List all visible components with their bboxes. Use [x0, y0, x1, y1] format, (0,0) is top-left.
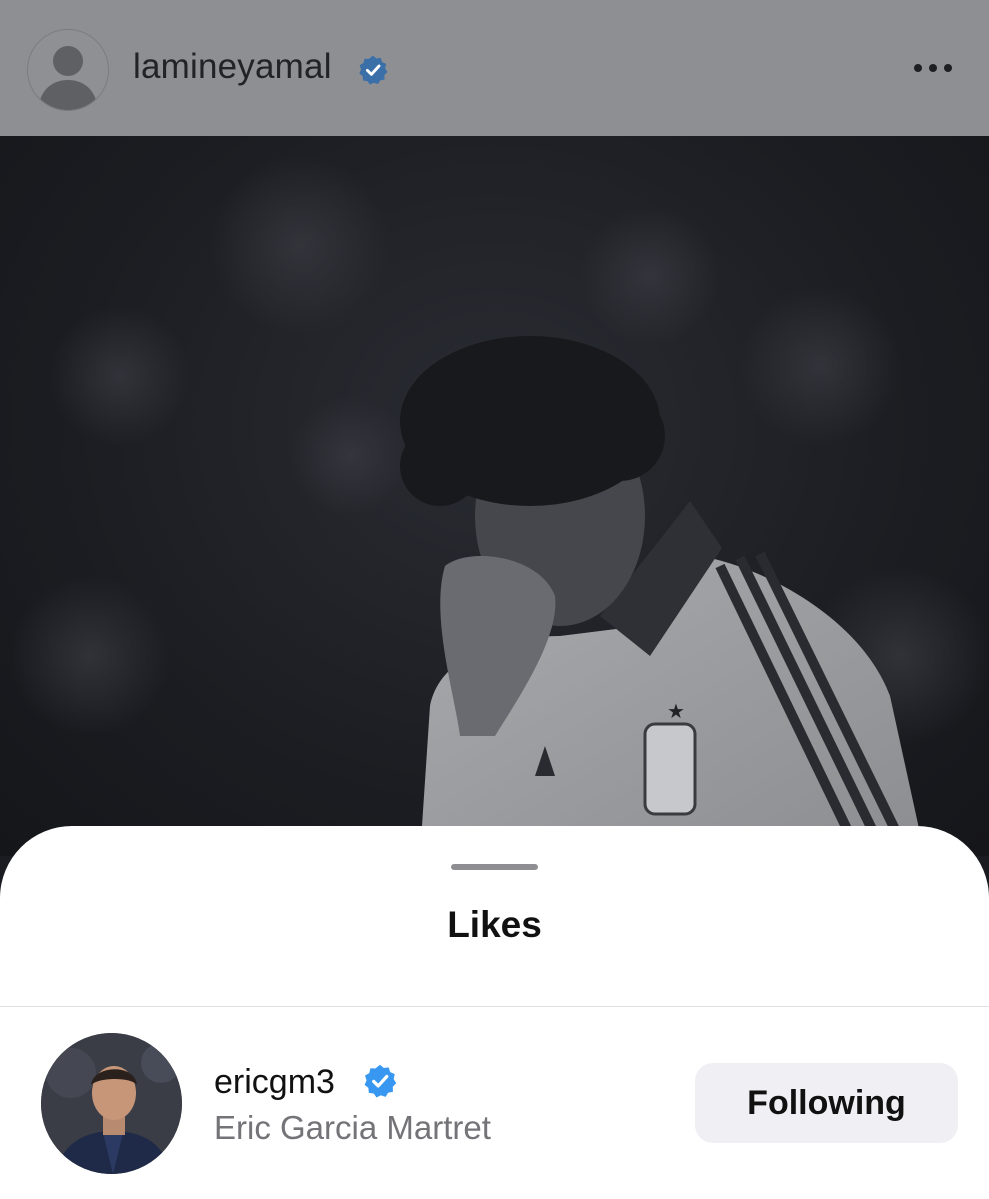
verified-badge-icon	[359, 55, 388, 85]
profile-avatar[interactable]	[27, 29, 109, 111]
liker-username[interactable]: ericgm3	[214, 1063, 335, 1102]
following-button[interactable]: Following	[695, 1063, 958, 1143]
post-photo[interactable]: ★	[0, 136, 989, 856]
crest-star: ★	[667, 699, 685, 723]
default-avatar-icon	[28, 30, 108, 110]
avatar-photo-icon	[41, 1033, 182, 1174]
liker-full-name: Eric Garcia Martret	[214, 1109, 491, 1146]
verified-badge-icon	[364, 1064, 397, 1098]
likes-title: Likes	[447, 904, 542, 945]
likes-sheet: Likes ericgm3 Eric Garcia Martret Follow…	[0, 826, 989, 1199]
user-avatar[interactable]	[41, 1033, 182, 1174]
sheet-grabber-handle[interactable]	[451, 864, 538, 870]
post-header: lamineyamal	[0, 0, 989, 136]
post-username[interactable]: lamineyamal	[133, 47, 332, 87]
likes-list-item[interactable]: ericgm3 Eric Garcia Martret Following	[0, 1007, 989, 1199]
player-photo-illustration: ★	[10, 156, 989, 856]
more-horizontal-icon[interactable]	[910, 55, 956, 81]
